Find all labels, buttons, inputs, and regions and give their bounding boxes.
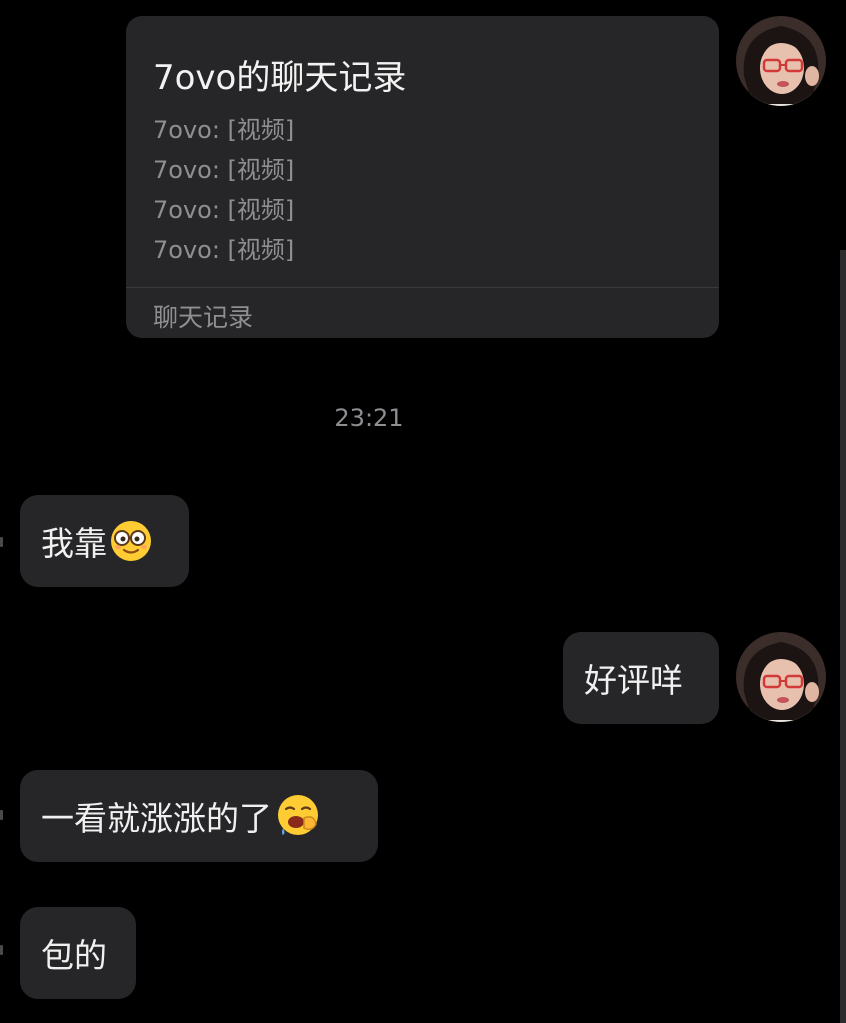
chat-record-entry: 7ovo: [视频] (153, 116, 295, 144)
message-timestamp: 23:21 (334, 404, 404, 432)
partner-avatar-edge[interactable] (0, 537, 3, 547)
chat-record-entry: 7ovo: [视频] (153, 156, 295, 184)
message-bubble-incoming[interactable]: 一看就涨涨的了 (20, 770, 378, 862)
message-text: 好评咩 (584, 661, 683, 700)
message-bubble-outgoing[interactable]: 好评咩 (563, 632, 719, 724)
chat-record-divider (126, 287, 719, 288)
smiling-face-with-glasses-emoji (109, 519, 153, 563)
chat-record-title: 7ovo的聊天记录 (153, 58, 407, 98)
chat-record-entries: 7ovo: [视频] 7ovo: [视频] 7ovo: [视频] 7ovo: [… (153, 110, 294, 270)
message-text: 包的 (41, 936, 107, 975)
partner-avatar-edge[interactable] (0, 945, 3, 955)
chat-record-footer-label: 聊天记录 (153, 303, 254, 332)
chat-record-entry: 7ovo: [视频] (153, 196, 295, 224)
chat-record-card[interactable]: 7ovo的聊天记录 7ovo: [视频] 7ovo: [视频] 7ovo: [视… (126, 16, 719, 338)
message-bubble-incoming[interactable]: 我靠 (20, 495, 189, 587)
own-avatar[interactable] (736, 16, 826, 106)
chat-record-entry: 7ovo: [视频] (153, 236, 295, 264)
message-bubble-incoming[interactable]: 包的 (20, 907, 136, 999)
partner-avatar-edge[interactable] (0, 810, 3, 820)
scrollbar[interactable] (840, 250, 846, 1023)
yawning-face-emoji (274, 792, 322, 840)
message-text: 我靠 (41, 524, 107, 563)
message-text: 一看就涨涨的了 (41, 799, 272, 838)
own-avatar[interactable] (736, 632, 826, 722)
